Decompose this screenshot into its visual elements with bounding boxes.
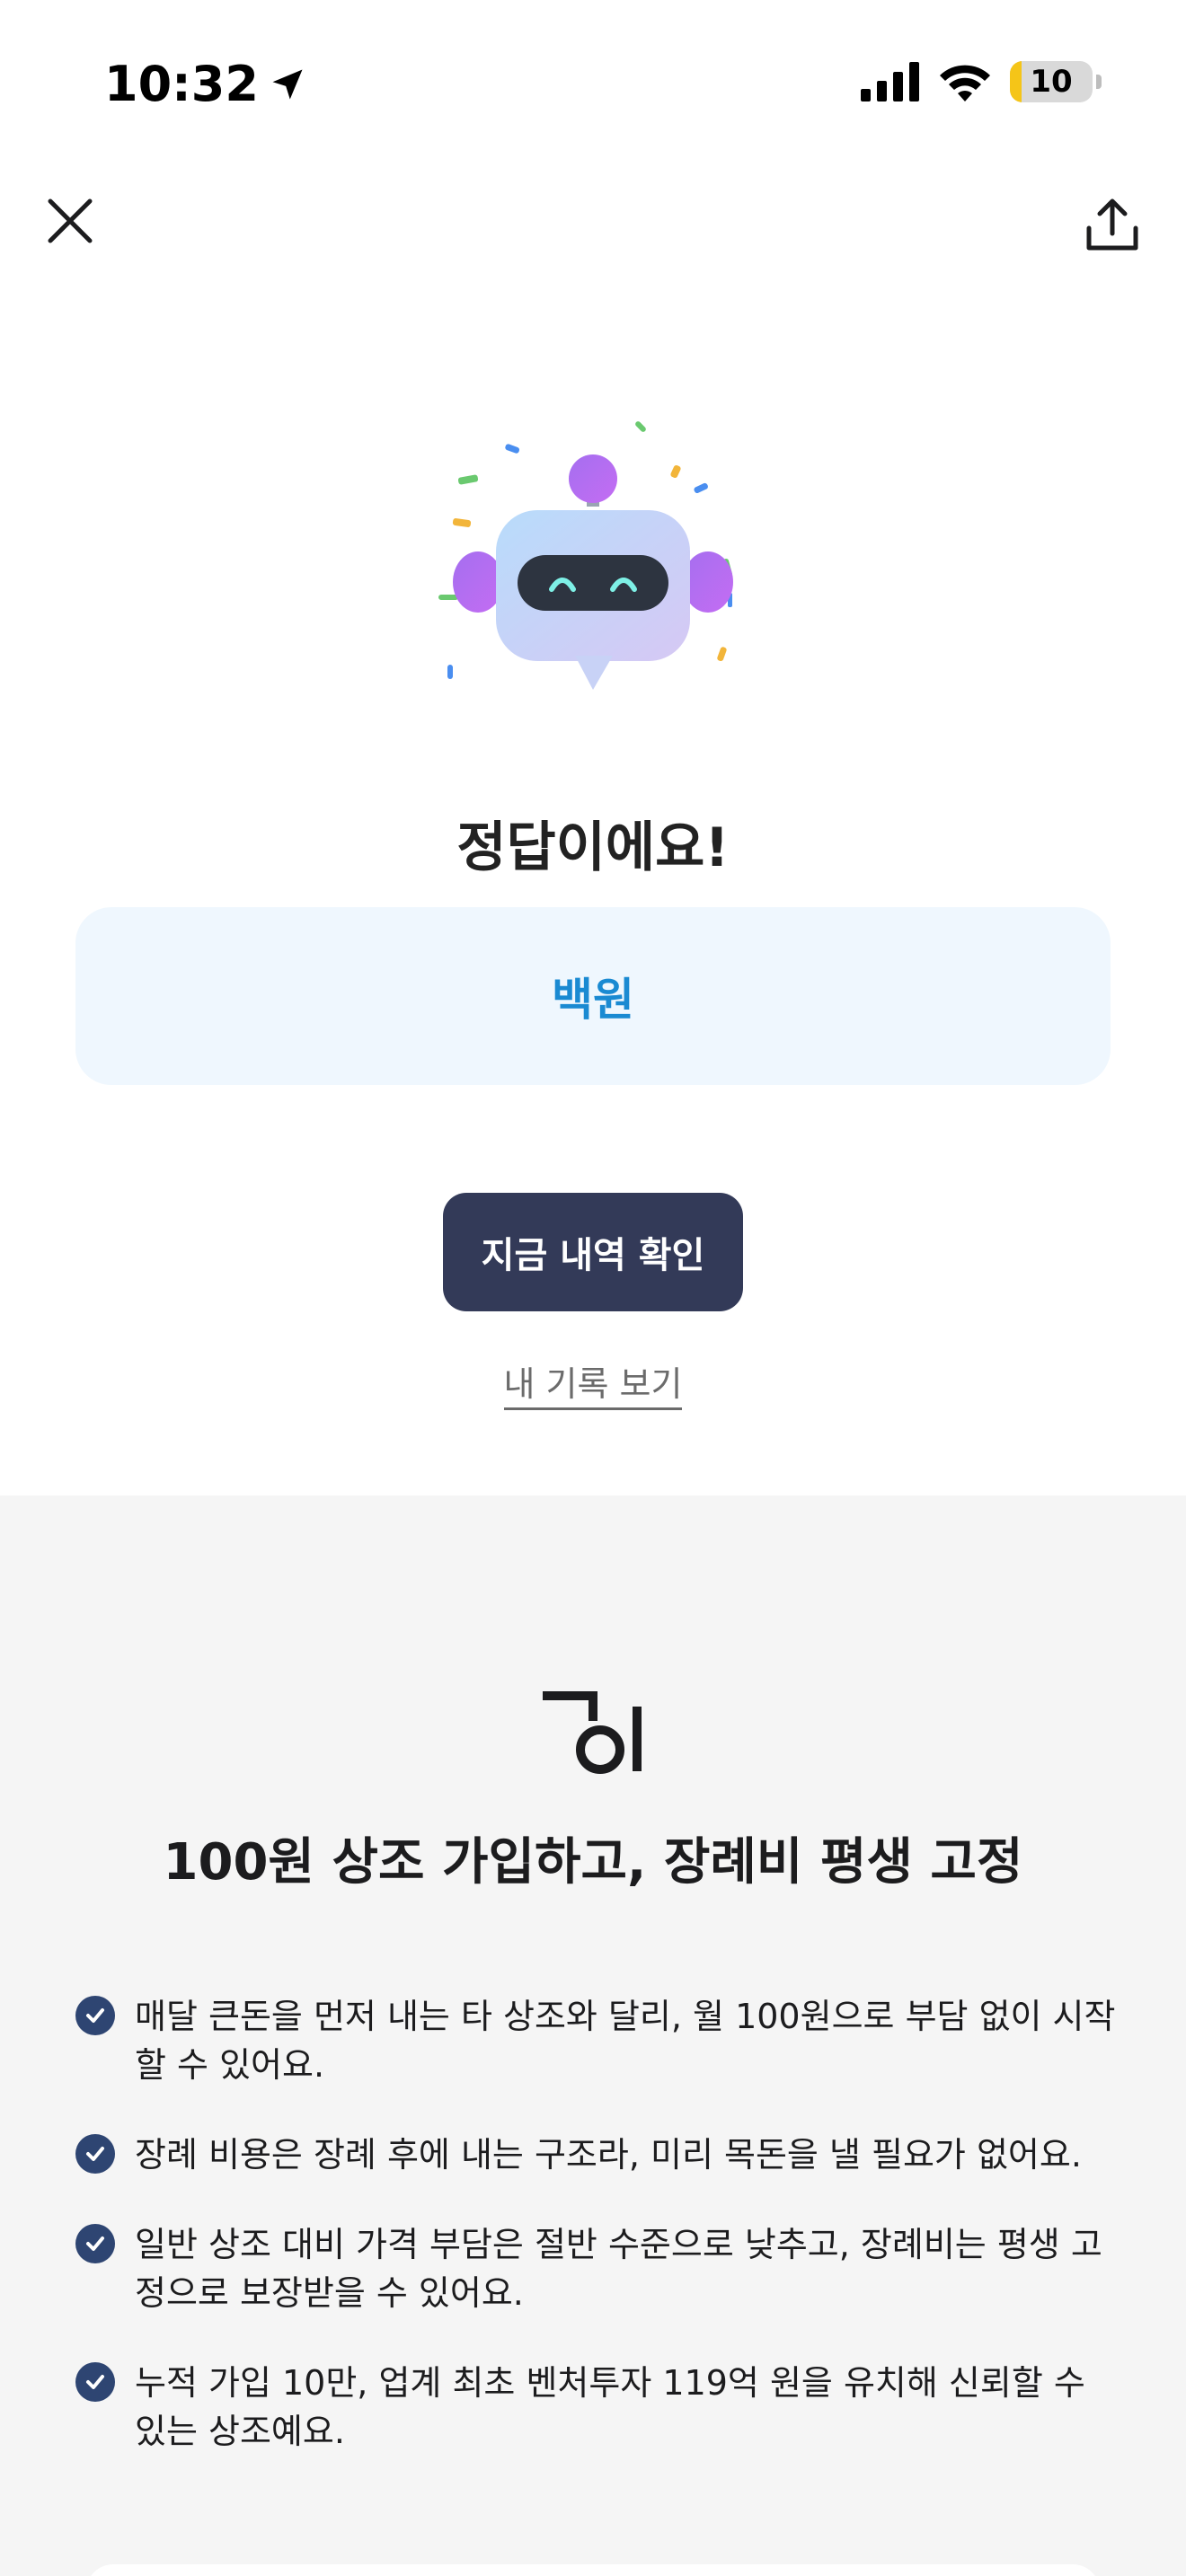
wifi-icon	[940, 65, 990, 101]
answer-text: 백원	[552, 974, 634, 1026]
benefit-text: 매달 큰돈을 먼저 내는 타 상조와 달리, 월 100원으로 부담 없이 시작…	[135, 1997, 1116, 2085]
next-card-peek	[86, 2564, 1100, 2576]
share-icon	[1086, 198, 1138, 251]
promo-title: 100원 상조 가입하고, 장례비 평생 고정	[163, 1833, 1023, 1892]
result-title: 정답이에요!	[456, 816, 730, 879]
robot-mascot-icon	[438, 421, 733, 690]
benefit-text: 일반 상조 대비 가격 부담은 절반 수준으로 낮추고, 장례비는 평생 고정으…	[135, 2225, 1102, 2313]
close-icon	[48, 198, 93, 243]
battery-icon: 10	[1010, 61, 1093, 102]
battery-cap	[1096, 75, 1102, 89]
cellular-signal-icon	[861, 62, 919, 101]
my-records-link-wrap: 내 기록 보기	[0, 1356, 1186, 1410]
status-time: 10:32	[104, 56, 307, 112]
check-history-button[interactable]: 지금 내역 확인	[443, 1193, 743, 1311]
benefit-item: 장례 비용은 장례 후에 내는 구조라, 미리 목돈을 낼 필요가 없어요.	[75, 2130, 1118, 2179]
my-records-link[interactable]: 내 기록 보기	[503, 1364, 683, 1410]
check-circle-icon	[75, 2134, 115, 2174]
benefit-item: 일반 상조 대비 가격 부담은 절반 수준으로 낮추고, 장례비는 평생 고정으…	[75, 2220, 1118, 2317]
check-circle-icon	[75, 2362, 115, 2402]
status-bar: 10:32 10	[0, 0, 1186, 171]
battery-fill	[1010, 61, 1022, 102]
share-button[interactable]	[1076, 189, 1148, 260]
location-arrow-icon	[272, 69, 303, 99]
benefit-item: 매달 큰돈을 먼저 내는 타 상조와 달리, 월 100원으로 부담 없이 시작…	[75, 1992, 1118, 2089]
benefit-text: 누적 가입 10만, 업계 최초 벤처투자 119억 원을 유치해 신뢰할 수 …	[135, 2363, 1085, 2451]
battery-level: 10	[1030, 64, 1073, 100]
check-circle-icon	[75, 2224, 115, 2263]
benefit-list: 매달 큰돈을 먼저 내는 타 상조와 달리, 월 100원으로 부담 없이 시작…	[75, 1992, 1118, 2497]
close-button[interactable]	[38, 189, 102, 253]
benefit-item: 누적 가입 10만, 업계 최초 벤처투자 119억 원을 유치해 신뢰할 수 …	[75, 2359, 1118, 2456]
status-indicators: 10	[861, 61, 1102, 102]
brand-logo-icon	[543, 1691, 642, 1774]
check-circle-icon	[75, 1996, 115, 2035]
status-time-text: 10:32	[104, 56, 259, 112]
benefit-text: 장례 비용은 장례 후에 내는 구조라, 미리 목돈을 낼 필요가 없어요.	[135, 2135, 1082, 2175]
answer-box: 백원	[75, 907, 1111, 1085]
